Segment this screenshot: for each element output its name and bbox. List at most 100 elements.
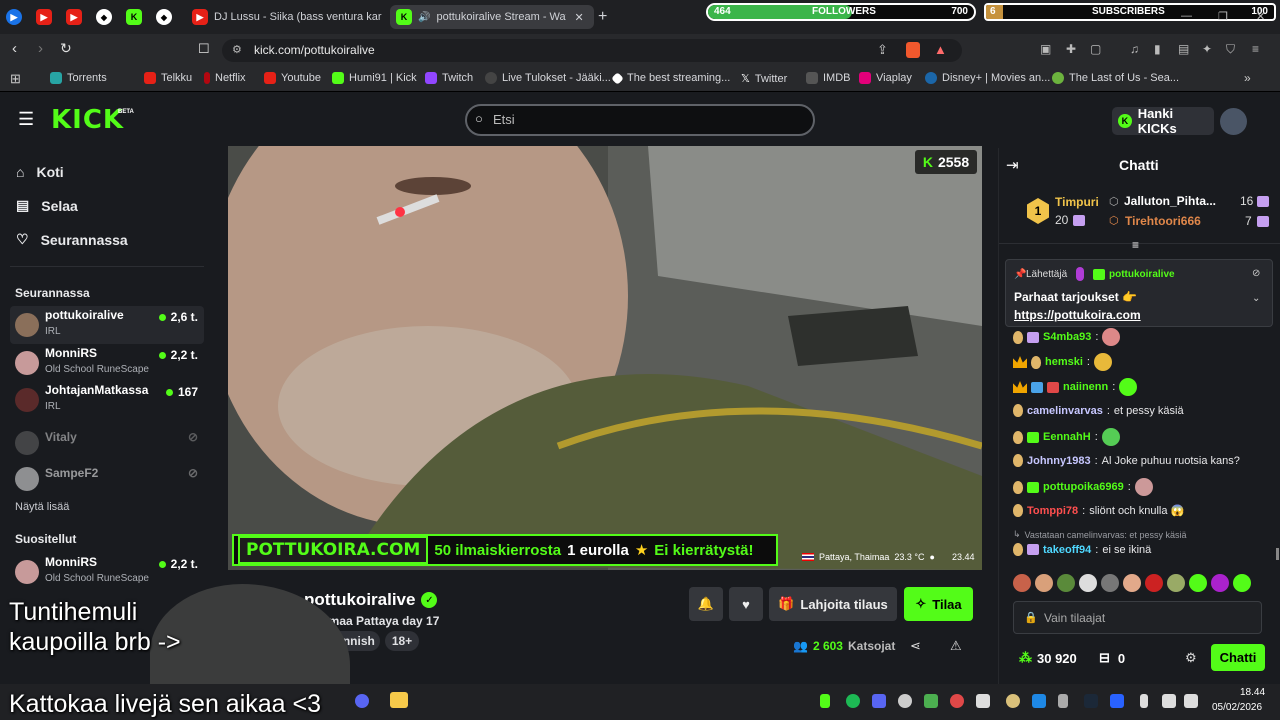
tray-icon[interactable] [1006,694,1020,708]
gift-counter[interactable]: ⊟ 0 [1099,650,1125,666]
following-channel-monnirs[interactable]: MonniRS Old School RuneScape 2,2 t. [10,344,204,382]
bookmark-telkku[interactable]: Telkku [144,72,192,84]
chat-message[interactable]: Johnny1983: Al Joke puhuu ruotsia kans? [1013,454,1240,467]
pinned-tab-chrome[interactable]: ▶ [6,5,26,29]
chat-scrollbar[interactable] [1276,548,1279,560]
emote-icon[interactable] [1101,574,1119,592]
more-bookmarks-icon[interactable]: » [1244,71,1251,85]
close-icon[interactable]: ✕ [574,11,583,24]
chat-message[interactable]: takeoff94: ei se ikinä [1013,543,1151,556]
emote-icon[interactable] [1035,574,1053,592]
steam-icon[interactable] [1084,694,1098,708]
following-channel-johtajanmatkassa[interactable]: JohtajanMatkassa IRL 167 [10,381,204,419]
minimize-icon[interactable]: — [1181,10,1192,22]
gift-sub-button[interactable]: 🎁 Lahjoita tilaus [769,587,897,621]
emote-icon[interactable] [1123,574,1141,592]
discord-tray-icon[interactable] [872,694,886,708]
hide-icon[interactable]: ⊘ [1252,268,1260,279]
emote-icon[interactable] [1189,574,1207,592]
url-text[interactable]: kick.com/pottukoiralive [254,43,375,57]
puzzle-icon[interactable]: ✚ [1066,42,1076,56]
close-window-icon[interactable]: ✕ [1256,10,1265,23]
tray-icon[interactable] [820,694,830,708]
kick-logo[interactable]: KICK [51,105,124,135]
music-icon[interactable]: ♫ [1130,42,1139,56]
chevron-down-icon[interactable]: ⌄ [1252,293,1260,304]
bookmark-torrents[interactable]: Torrents [50,72,107,84]
bookmark-streaming[interactable]: The best streaming... [611,71,730,85]
new-tab-button[interactable]: + [598,5,616,29]
bookmark-imdb[interactable]: IMDB [806,72,851,84]
bluetooth-icon[interactable] [1032,694,1046,708]
follow-button[interactable]: ♥ [729,587,763,621]
emote-icon[interactable] [1233,574,1251,592]
chat-send-button[interactable]: Chatti [1211,644,1265,671]
collapse-chat-icon[interactable]: ⇥ [1006,156,1019,174]
emote-icon[interactable] [1145,574,1163,592]
kicks-balance[interactable]: ⁂ 30 920 [1019,650,1077,666]
get-kicks-button[interactable]: K Hanki KICKs [1112,106,1214,136]
following-channel-pottukoiralive[interactable]: pottukoiralive IRL 2,6 t. [10,306,204,344]
chat-message[interactable]: Tomppi78: sliönt och knulla 😱 [1013,504,1184,517]
show-more-link[interactable]: Näytä lisää [15,501,69,513]
extension-icon[interactable]: ▢ [1090,42,1101,56]
pinned-tab-youtube[interactable]: ▶ [36,5,56,29]
chat-message[interactable]: hemski: [1013,353,1112,371]
share-icon[interactable]: ⇪ [877,42,888,58]
bookmark-disney[interactable]: Disney+ | Movies an... [925,72,1050,84]
following-channel-sampef2[interactable]: SampeF2 ⊘ [10,460,204,498]
extension-icon[interactable]: ▣ [1040,42,1051,56]
microphone-icon[interactable] [1140,694,1148,708]
chat-message[interactable]: S4mba93: [1013,328,1121,346]
top-gifter-name[interactable]: Timpuri [1055,195,1099,209]
emote-icon[interactable] [1211,574,1229,592]
subscribe-button[interactable]: ✧ Tilaa [904,587,973,621]
nav-following[interactable]: ♡ Seurannassa [16,231,128,248]
wallet-icon[interactable]: ▤ [1178,42,1189,56]
brave-shield-icon[interactable] [906,42,920,58]
network-icon[interactable] [1162,694,1176,708]
chat-message[interactable]: pottupoika6969: [1013,478,1153,496]
nav-home[interactable]: ⌂ Koti [16,164,64,180]
bookmark-viaplay[interactable]: Viaplay [859,72,912,84]
back-icon[interactable]: ‹ [12,40,17,57]
following-channel-vitaly[interactable]: Vitaly ⊘ [10,424,204,462]
gifter-name[interactable]: Jalluton_Pihta... [1124,194,1216,208]
bookmark-youtube[interactable]: Youtube [264,72,321,84]
vpn-icon[interactable]: ⛉ [1226,42,1235,57]
usb-icon[interactable] [1058,694,1068,708]
file-explorer-icon[interactable] [390,692,408,708]
emote-icon[interactable] [1057,574,1075,592]
maximize-icon[interactable]: ❐ [1218,10,1228,23]
nav-browse[interactable]: ▤ Selaa [16,197,78,214]
pinned-tab-diamond-2[interactable]: ◆ [156,5,176,29]
pinned-tab-diamond[interactable]: ◆ [96,5,116,29]
bookmark-netflix[interactable]: Netflix [204,72,246,84]
settings-gear-icon[interactable]: ⚙ [1185,650,1197,666]
volume-icon[interactable] [1184,694,1198,708]
pinned-message[interactable]: 📌 Lähettäjä pottukoiralive ⊘ Parhaat tar… [1005,259,1273,327]
taskbar-date[interactable]: 05/02/2026 [1212,702,1262,713]
play-icon[interactable] [924,694,938,708]
pinned-user[interactable]: pottukoiralive [1109,269,1175,280]
report-icon[interactable]: ⚠ [950,638,962,654]
bookmark-last-of-us[interactable]: The Last of Us - Sea... [1052,72,1179,84]
search-bar[interactable]: ○ Etsi [465,104,815,136]
bookmark-live-tulokset[interactable]: Live Tulokset - Jääki... [485,72,611,84]
tag-18plus[interactable]: 18+ [385,631,419,651]
cloud-icon[interactable] [898,694,912,708]
emote-icon[interactable] [1079,574,1097,592]
pinned-tab-kick[interactable]: K [126,5,146,29]
chat-message[interactable]: naiinenn: [1013,378,1138,396]
taskbar-time[interactable]: 18.44 [1240,687,1265,698]
brave-rewards-icon[interactable]: ▲ [934,42,947,57]
notification-bell-button[interactable]: 🔔 [689,587,723,621]
address-bar[interactable]: ⚙ kick.com/pottukoiralive ⇪ ▲ [222,39,962,62]
user-avatar[interactable] [1220,108,1247,135]
leo-icon[interactable]: ✦ [1202,42,1212,56]
expand-leaderboard-icon[interactable]: ≡ [1132,238,1139,252]
chat-message[interactable]: EennahH: [1013,428,1120,446]
pinned-link[interactable]: https://pottukoira.com [1014,308,1141,322]
apps-icon[interactable]: ⊞ [10,71,21,87]
bookmark-icon[interactable]: ☐ [198,41,210,57]
